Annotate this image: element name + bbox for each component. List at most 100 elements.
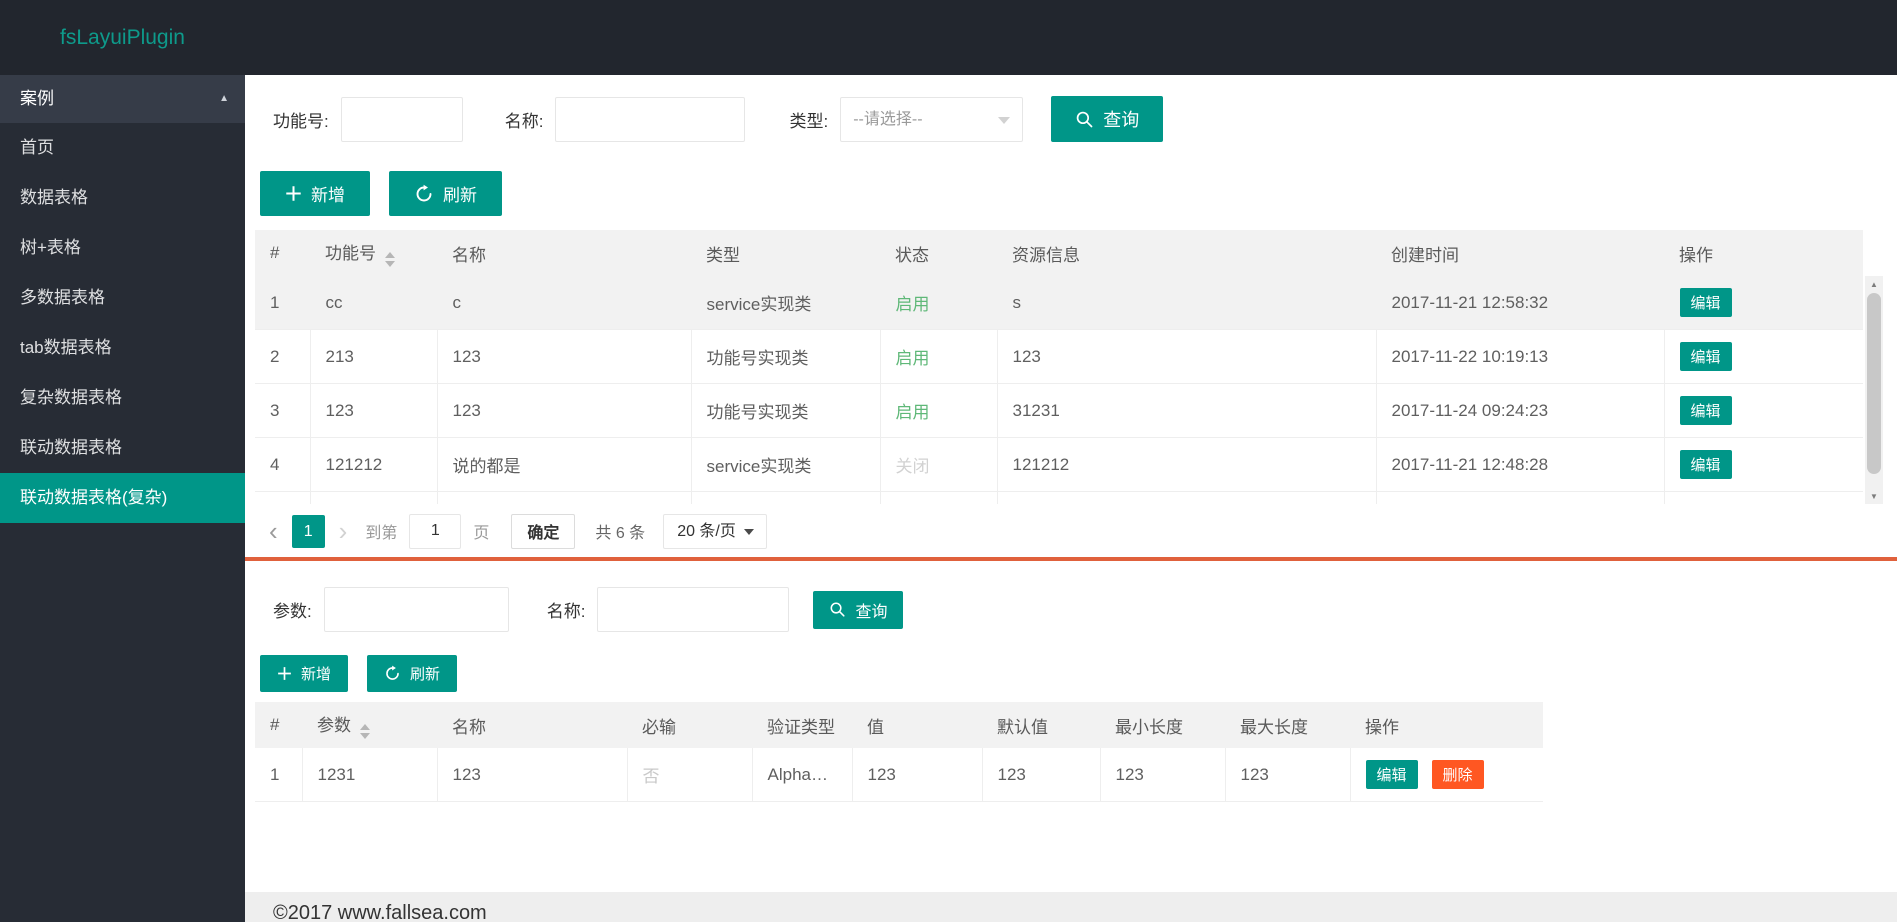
name-input-2[interactable] — [597, 587, 790, 632]
query-button-2[interactable]: 查询 — [813, 590, 904, 629]
sidebar: 案例 ▲ 首页 数据表格 树+表格 多数据表格 tab数据表格 复杂数据表格 联… — [0, 75, 245, 922]
col-index: # — [255, 230, 310, 276]
refresh-button-1[interactable]: 刷新 — [389, 171, 502, 216]
footer: ©2017 www.fallsea.com — [245, 892, 1897, 922]
main-content: 功能号: 名称: 类型: --请选择-- 查询 新增 刷新 # 功能号 名称 类… — [245, 75, 1897, 922]
func-no-label: 功能号: — [273, 111, 329, 131]
col-created: 创建时间 — [1376, 230, 1664, 276]
table-scrollbar[interactable]: ▲ ▼ — [1865, 276, 1883, 504]
query-button-1[interactable]: 查询 — [1051, 96, 1164, 142]
scrollbar-thumb[interactable] — [1867, 293, 1881, 474]
sidebar-group-label: 案例 — [20, 89, 54, 108]
goto-suffix: 页 — [473, 525, 490, 542]
collapse-up-icon: ▲ — [219, 93, 229, 104]
refresh-button-label: 刷新 — [443, 186, 477, 205]
delete-button[interactable]: 删除 — [1431, 760, 1484, 789]
type-select[interactable]: --请选择-- — [840, 96, 1024, 142]
col-name: 名称 — [437, 230, 691, 276]
col-type: 类型 — [691, 230, 880, 276]
goto-confirm-button[interactable]: 确定 — [511, 513, 576, 549]
name-input-1[interactable] — [555, 96, 746, 142]
search-icon — [1075, 110, 1094, 129]
next-page-icon[interactable]: › — [339, 516, 348, 546]
sort-icon[interactable] — [385, 252, 395, 267]
param-input[interactable] — [323, 587, 509, 632]
sidebar-item-datatable[interactable]: 数据表格 — [0, 173, 245, 223]
col-status: 状态 — [880, 230, 997, 276]
goto-prefix: 到第 — [365, 525, 398, 542]
table-row: 1 cc c service实现类 启用 s 2017-11-21 12:58:… — [255, 276, 1863, 330]
function-table-header: # 功能号 名称 类型 状态 资源信息 创建时间 操作 — [255, 230, 1863, 276]
sidebar-item-complex-table[interactable]: 复杂数据表格 — [0, 373, 245, 423]
toolbar-2: 新增 刷新 — [260, 655, 1887, 692]
edit-button[interactable]: 编辑 — [1365, 760, 1418, 789]
plus-icon — [285, 185, 302, 202]
table-row: 4 121212 说的都是 service实现类 关闭 121212 2017-… — [255, 437, 1863, 492]
add-button-label: 新增 — [301, 666, 332, 683]
query-button-label: 查询 — [1103, 110, 1140, 130]
col-ops: 操作 — [1350, 702, 1543, 748]
sidebar-item-linked-table-complex[interactable]: 联动数据表格(复杂) — [0, 473, 245, 523]
status-badge: 启用 — [895, 349, 930, 368]
search-icon — [829, 601, 846, 618]
refresh-icon — [384, 665, 401, 682]
sidebar-item-home[interactable]: 首页 — [0, 123, 245, 173]
col-value: 值 — [852, 702, 982, 748]
refresh-button-2[interactable]: 刷新 — [367, 655, 458, 692]
sidebar-item-tree-table[interactable]: 树+表格 — [0, 223, 245, 273]
func-no-input[interactable] — [340, 96, 463, 142]
col-param[interactable]: 参数 — [302, 702, 437, 748]
param-label: 参数: — [273, 602, 312, 621]
status-badge: 启用 — [895, 403, 930, 422]
search-form-1: 功能号: 名称: 类型: --请选择-- 查询 — [273, 96, 1887, 142]
edit-button[interactable]: 编辑 — [1679, 288, 1732, 317]
edit-button[interactable]: 编辑 — [1679, 396, 1732, 425]
param-table: # 参数 名称 必输 验证类型 值 默认值 最小长度 最大长度 操作 1 123… — [255, 702, 1543, 802]
plus-icon — [277, 666, 292, 681]
sort-asc-icon — [385, 252, 395, 258]
function-table: # 功能号 名称 类型 状态 资源信息 创建时间 操作 1 cc c servi… — [255, 230, 1887, 504]
page-number[interactable]: 1 — [291, 514, 325, 548]
sidebar-item-linked-table[interactable]: 联动数据表格 — [0, 423, 245, 473]
sort-desc-icon — [385, 261, 395, 267]
goto-page-input[interactable] — [409, 513, 462, 549]
sidebar-item-tab-table[interactable]: tab数据表格 — [0, 323, 245, 373]
chevron-down-icon — [743, 528, 754, 535]
refresh-icon — [414, 184, 434, 204]
col-max-len: 最大长度 — [1225, 702, 1350, 748]
sidebar-item-multi-table[interactable]: 多数据表格 — [0, 273, 245, 323]
refresh-button-label: 刷新 — [410, 666, 441, 683]
col-resource: 资源信息 — [997, 230, 1376, 276]
table-row: 2 213 123 功能号实现类 启用 123 2017-11-22 10:19… — [255, 329, 1863, 384]
edit-button[interactable]: 编辑 — [1679, 342, 1732, 371]
type-select-value: --请选择-- — [853, 110, 923, 128]
sort-icon[interactable] — [360, 724, 370, 739]
sidebar-group-cases[interactable]: 案例 ▲ — [0, 75, 245, 123]
col-name: 名称 — [437, 702, 627, 748]
add-button-label: 新增 — [311, 186, 345, 205]
add-button-2[interactable]: 新增 — [260, 655, 349, 692]
table-row: 1 1231 123 否 AlphaNu... 123 123 123 123 … — [255, 748, 1543, 802]
topbar: fsLayuiPlugin — [0, 0, 1897, 75]
chevron-down-icon — [998, 116, 1011, 124]
col-func-no[interactable]: 功能号 — [310, 230, 437, 276]
scroll-down-icon[interactable]: ▼ — [1865, 488, 1883, 504]
page-size-select[interactable]: 20 条/页 — [663, 513, 767, 549]
required-flag: 否 — [642, 767, 660, 786]
scroll-up-icon[interactable]: ▲ — [1865, 276, 1883, 292]
type-label: 类型: — [789, 111, 829, 131]
section-divider — [245, 557, 1897, 561]
copyright-text: ©2017 www.fallsea.com — [273, 902, 487, 922]
prev-page-icon[interactable]: ‹ — [269, 516, 278, 546]
name-label-2: 名称: — [546, 602, 586, 621]
col-required: 必输 — [627, 702, 752, 748]
col-default: 默认值 — [982, 702, 1100, 748]
sort-asc-icon — [360, 724, 370, 730]
sort-desc-icon — [360, 733, 370, 739]
edit-button[interactable]: 编辑 — [1679, 450, 1732, 479]
table-row: 3 123 123 功能号实现类 启用 31231 2017-11-24 09:… — [255, 383, 1863, 438]
status-badge: 关闭 — [895, 457, 930, 476]
col-ops: 操作 — [1664, 230, 1863, 276]
function-table-body: 1 cc c service实现类 启用 s 2017-11-21 12:58:… — [255, 276, 1883, 504]
add-button-1[interactable]: 新增 — [260, 171, 370, 216]
